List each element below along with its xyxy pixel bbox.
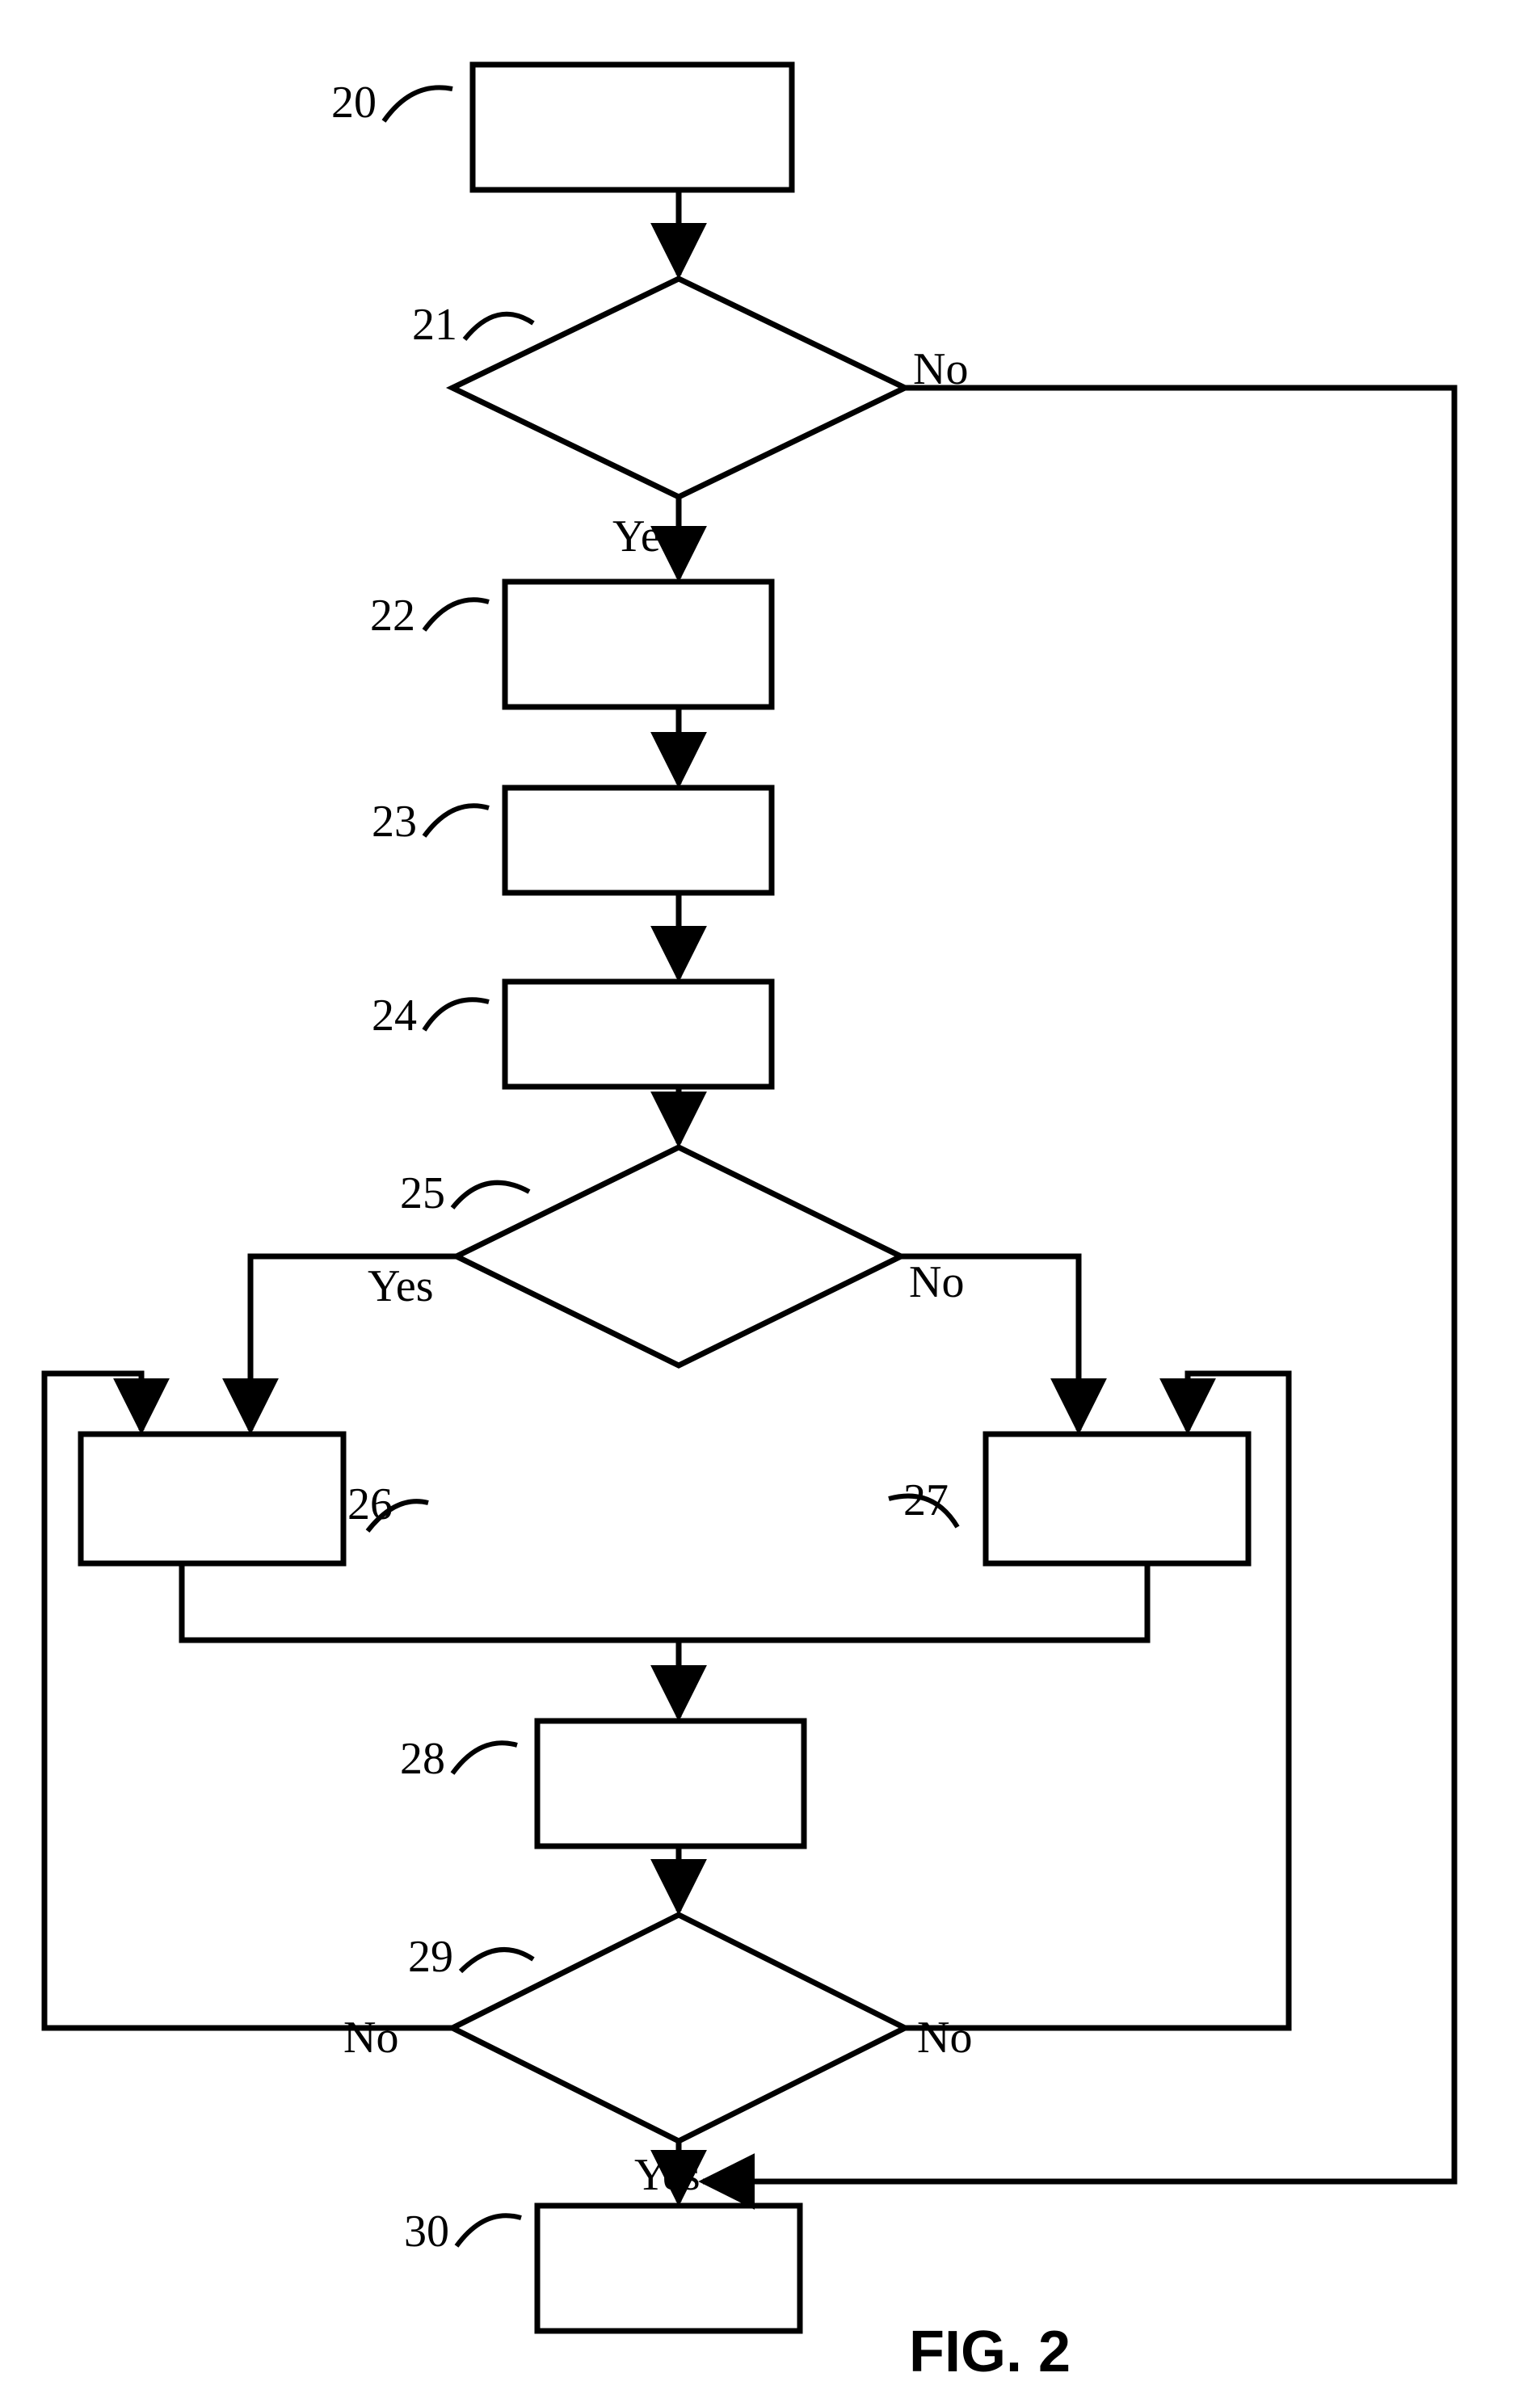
box-20 — [473, 65, 792, 190]
box-24 — [505, 982, 772, 1087]
flowchart-svg — [0, 0, 1540, 2398]
box-22 — [505, 582, 772, 707]
diamond-29 — [452, 1915, 905, 2141]
box-27 — [986, 1434, 1248, 1563]
box-28 — [537, 1721, 804, 1846]
diamond-21 — [452, 279, 905, 497]
box-30 — [537, 2206, 800, 2331]
box-23 — [505, 788, 772, 893]
diamond-25 — [457, 1147, 901, 1365]
shapes-group — [81, 65, 1248, 2331]
box-26 — [81, 1434, 343, 1563]
